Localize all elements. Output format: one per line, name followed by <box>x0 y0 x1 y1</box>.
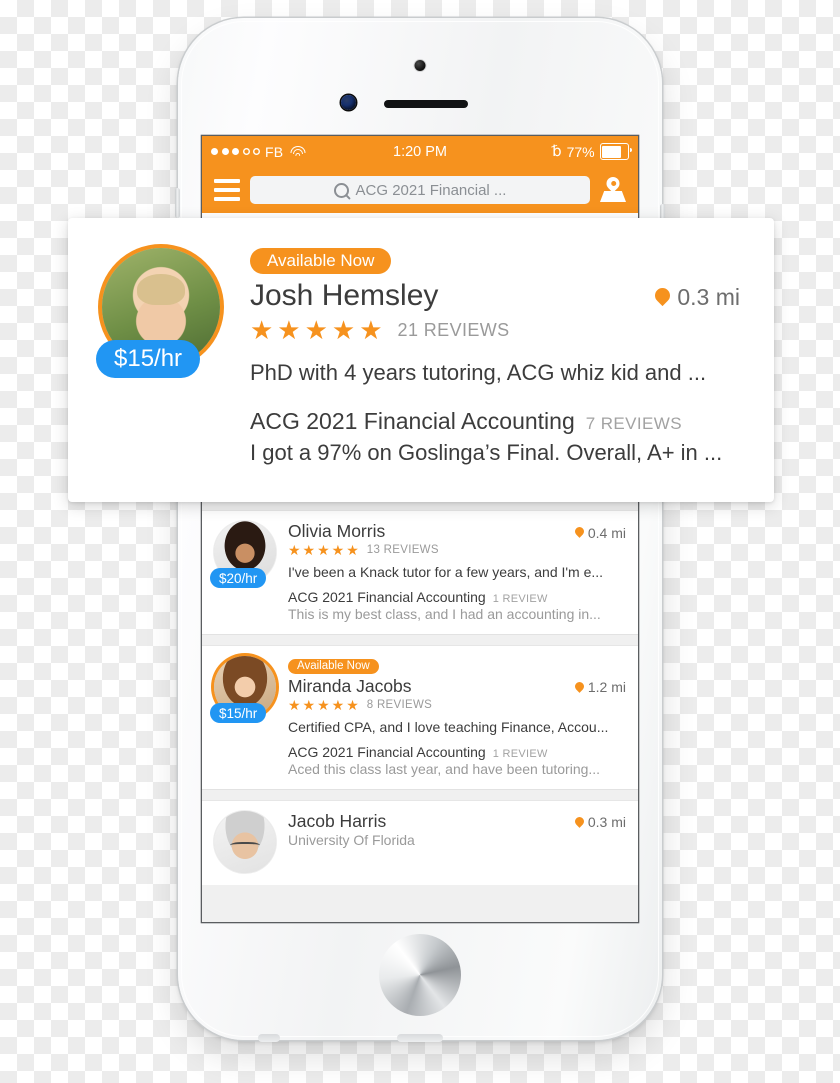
course-row: ACG 2021 Financial Accounting 1 REVIEW <box>288 744 626 760</box>
course-review-count: 7 REVIEWS <box>585 414 682 433</box>
distance-value: 0.4 mi <box>587 524 626 541</box>
rating-row: ★★★★★ 21 REVIEWS <box>250 317 740 343</box>
list-separator <box>202 634 638 646</box>
name-row: Olivia Morris 0.4 mi <box>288 521 626 542</box>
distance-value: 0.3 mi <box>677 284 740 310</box>
list-item-main: Jacob Harris 0.3 mi University Of Florid… <box>288 811 626 873</box>
list-item[interactable]: Jacob Harris 0.3 mi University Of Florid… <box>202 800 638 885</box>
tutor-name: Jacob Harris <box>288 810 387 831</box>
avatar-wrapper <box>214 810 276 873</box>
course-row: ACG 2021 Financial Accounting 1 REVIEW <box>288 589 626 605</box>
course-review-count: 1 REVIEW <box>492 747 548 760</box>
signal-dot-filled <box>211 148 218 155</box>
list-item[interactable]: $15/hr Available Now Miranda Jacobs 1.2 … <box>202 646 638 789</box>
avatar-wrapper: $20/hr <box>210 521 276 622</box>
price-badge: $15/hr <box>96 340 201 378</box>
search-icon <box>333 182 349 198</box>
status-bar: FB 1:20 PM ␢ 77% <box>202 136 638 167</box>
distance-label: 0.3 mi <box>652 284 740 311</box>
list-separator <box>202 788 638 801</box>
course-row: ACG 2021 Financial Accounting 7 REVIEWS <box>250 408 740 435</box>
course-review-count: 1 REVIEW <box>492 593 548 605</box>
distance-value: 1.2 mi <box>587 679 626 695</box>
featured-avatar-wrapper: $15/hr <box>96 248 224 466</box>
tutor-blurb: I've been a Knack tutor for a few years,… <box>288 564 604 580</box>
availability-badge: Available Now <box>288 658 379 674</box>
list-item-main: Olivia Morris 0.4 mi ★★★★★ 13 REVIEWS I'… <box>288 521 626 622</box>
tutor-university: University Of Florida <box>288 831 415 848</box>
star-rating-icon: ★★★★★ <box>288 542 361 558</box>
distance-label: 0.3 mi <box>573 814 626 830</box>
status-bar-right: ␢ 77% <box>552 143 633 160</box>
featured-card-main: Available Now Josh Hemsley 0.3 mi ★★★★★ … <box>250 248 740 466</box>
course-review-quote: This is my best class, and I had an acco… <box>288 606 601 622</box>
location-pin-icon <box>573 679 586 693</box>
signal-dot-filled <box>232 148 239 155</box>
mute-switch-button[interactable] <box>175 188 180 218</box>
front-camera-icon <box>414 60 426 71</box>
star-rating-icon: ★★★★★ <box>250 315 387 345</box>
course-review-quote: I got a 97% on Goslinga’s Final. Overall… <box>250 440 723 465</box>
rating-row: ★★★★★ 13 REVIEWS <box>288 543 626 557</box>
battery-fill <box>601 145 622 158</box>
distance-label: 1.2 mi <box>573 679 626 695</box>
status-bar-left: FB <box>211 143 306 160</box>
hamburger-menu-icon[interactable] <box>214 179 240 201</box>
review-count: 13 REVIEWS <box>366 544 439 556</box>
course-name: ACG 2021 Financial Accounting <box>288 743 486 760</box>
battery-percent-label: 77% <box>566 143 595 160</box>
app-navigation-bar: ACG 2021 Financial ... <box>202 167 638 213</box>
price-badge: $20/hr <box>210 568 267 588</box>
course-name: ACG 2021 Financial Accounting <box>250 408 575 434</box>
list-item[interactable]: $20/hr Olivia Morris 0.4 mi ★★★★★ 13 REV… <box>202 511 638 634</box>
earpiece-speaker <box>384 100 468 108</box>
rating-row: ★★★★★ 8 REVIEWS <box>288 698 626 712</box>
name-row: Josh Hemsley 0.3 mi <box>250 279 740 313</box>
map-pin-icon[interactable] <box>600 174 626 203</box>
distance-label: 0.4 mi <box>573 524 626 541</box>
location-pin-icon <box>573 525 586 538</box>
signal-dot-filled <box>221 148 229 155</box>
signal-dot-empty <box>243 148 250 155</box>
home-button[interactable] <box>379 934 461 1016</box>
avatar <box>214 810 276 873</box>
star-rating-icon: ★★★★★ <box>288 696 361 713</box>
name-row: Miranda Jacobs 1.2 mi <box>288 676 626 697</box>
wifi-icon <box>290 145 306 158</box>
course-review-quote: Aced this class last year, and have been… <box>288 760 601 777</box>
location-pin-icon <box>573 814 586 828</box>
search-input-value: ACG 2021 Financial ... <box>355 181 507 199</box>
name-row: Jacob Harris 0.3 mi <box>288 811 626 832</box>
carrier-label: FB <box>265 143 284 160</box>
tutor-blurb: PhD with 4 years tutoring, ACG whiz kid … <box>250 360 707 385</box>
lightning-port <box>397 1034 443 1042</box>
battery-icon <box>599 143 633 160</box>
proximity-sensor-icon <box>341 95 356 110</box>
availability-badge: Available Now <box>250 248 392 274</box>
location-pin-icon <box>652 284 674 307</box>
tutor-blurb: Certified CPA, and I love teaching Finan… <box>288 718 609 735</box>
signal-strength-icon <box>211 148 260 155</box>
featured-tutor-card[interactable]: $15/hr Available Now Josh Hemsley 0.3 mi… <box>68 218 774 502</box>
signal-dot-empty <box>253 148 260 155</box>
tutor-name: Olivia Morris <box>288 521 386 541</box>
avatar-wrapper: $15/hr <box>210 656 276 777</box>
bluetooth-icon: ␢ <box>552 143 562 160</box>
list-item-main: Available Now Miranda Jacobs 1.2 mi ★★★★… <box>288 656 626 777</box>
course-name: ACG 2021 Financial Accounting <box>288 589 486 605</box>
tutor-name: Miranda Jacobs <box>288 675 412 696</box>
review-count: 8 REVIEWS <box>366 698 433 711</box>
price-badge: $15/hr <box>210 703 267 723</box>
screenshot-stage: FB 1:20 PM ␢ 77% ACG 2021 Financial ... … <box>0 0 840 1083</box>
distance-value: 0.3 mi <box>587 814 626 830</box>
tutor-name: Josh Hemsley <box>250 279 439 312</box>
review-count: 21 REVIEWS <box>397 319 510 340</box>
phone-device-frame: FB 1:20 PM ␢ 77% ACG 2021 Financial ... … <box>175 18 665 1042</box>
headphone-jack <box>258 1034 280 1042</box>
search-input[interactable]: ACG 2021 Financial ... <box>250 176 590 204</box>
